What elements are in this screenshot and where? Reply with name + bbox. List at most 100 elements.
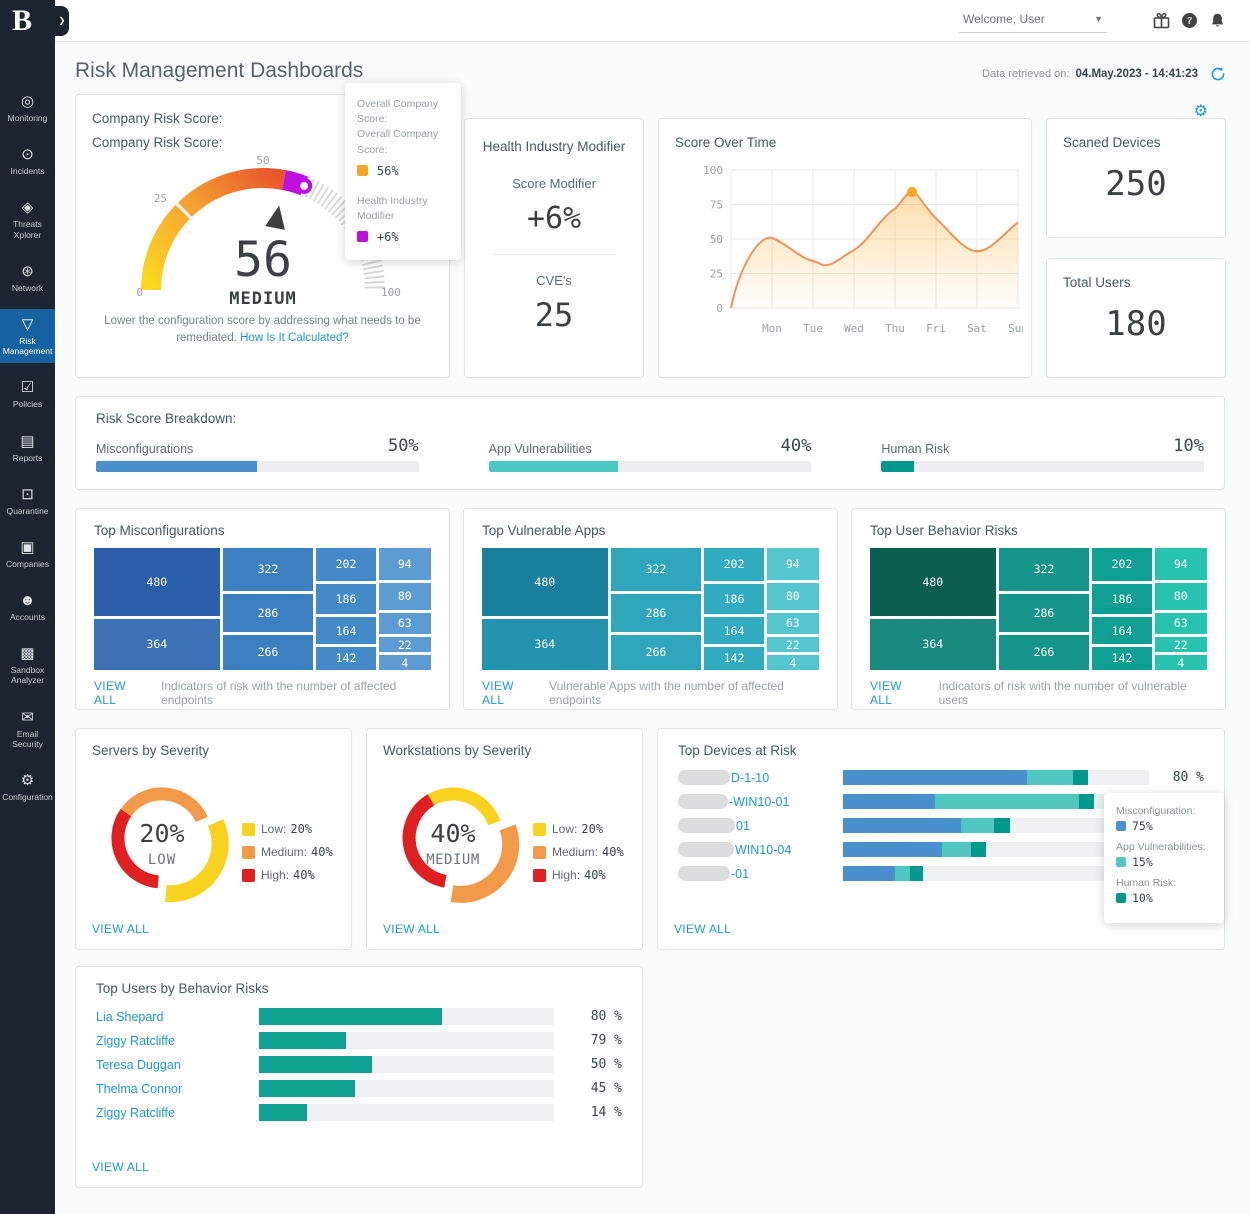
- gift-icon[interactable]: [1153, 12, 1170, 29]
- help-icon[interactable]: ?: [1181, 12, 1198, 29]
- sidebar-item-threats-xplorer[interactable]: ◈ Threats Xplorer: [0, 192, 55, 246]
- gauge-description: Lower the configuration score by address…: [92, 313, 433, 346]
- treemap-cell[interactable]: 22: [767, 637, 819, 652]
- score-over-time-chart[interactable]: 1007550 250 MonTueWed ThuFriSat Sun: [675, 150, 1015, 360]
- treemap-cell[interactable]: 63: [379, 613, 431, 634]
- treemap-cell[interactable]: 142: [1092, 647, 1151, 670]
- treemap-cell[interactable]: 202: [1092, 548, 1151, 581]
- device-name-link[interactable]: WIN10-04: [735, 843, 791, 857]
- treemap-cell[interactable]: 164: [316, 617, 375, 644]
- notifications-bell-icon[interactable]: [1209, 12, 1226, 29]
- sidebar-item-quarantine[interactable]: ⊡ Quarantine: [0, 479, 55, 523]
- sidebar-item-reports[interactable]: ▤ Reports: [0, 426, 55, 470]
- user-risk-bar[interactable]: [259, 1056, 554, 1073]
- treemap-cell[interactable]: 164: [1092, 617, 1151, 644]
- treemap-cell[interactable]: 202: [316, 548, 375, 581]
- treemap-cell[interactable]: 480: [94, 548, 220, 616]
- severity-legend: Low:20% Medium:40% High:40%: [242, 822, 333, 925]
- view-all-link[interactable]: VIEW ALL: [92, 1160, 149, 1174]
- user-risk-bar[interactable]: [259, 1032, 554, 1049]
- treemap-cell[interactable]: 266: [223, 635, 314, 670]
- tooltip-modifier-value: +6%: [377, 230, 399, 244]
- treemap-cell[interactable]: 286: [999, 594, 1090, 632]
- breakdown-bar[interactable]: [881, 461, 1204, 472]
- treemap-cell[interactable]: 364: [870, 619, 996, 670]
- treemap-cell[interactable]: 186: [316, 584, 375, 614]
- treemap-cell[interactable]: 80: [379, 583, 431, 610]
- sidebar-item-companies[interactable]: ▣ Companies: [0, 532, 55, 576]
- treemap-cell[interactable]: 80: [1155, 583, 1207, 610]
- treemap: 480364322286266 202186 164 142 94 80 63 22 4: [94, 548, 431, 670]
- treemap-cell[interactable]: 80: [767, 583, 819, 610]
- treemap-cell[interactable]: 364: [482, 619, 608, 670]
- treemap-cell[interactable]: 142: [316, 647, 375, 670]
- treemap-cell[interactable]: 4: [1155, 655, 1207, 670]
- sidebar-item-monitoring[interactable]: ◎ Monitoring: [0, 86, 55, 130]
- workstations-severity-donut[interactable]: 40% MEDIUM: [383, 760, 533, 925]
- breakdown-bar[interactable]: [489, 461, 812, 472]
- treemap-cell[interactable]: 164: [704, 617, 763, 644]
- treemap-cell[interactable]: 322: [223, 548, 314, 591]
- refresh-icon[interactable]: [1210, 66, 1226, 82]
- svg-text:75: 75: [710, 199, 723, 212]
- treemap-cell[interactable]: 186: [704, 584, 763, 614]
- treemap-cell[interactable]: 22: [1155, 637, 1207, 652]
- treemap-cell[interactable]: 94: [767, 548, 819, 580]
- device-name-link[interactable]: -WIN10-01: [729, 795, 789, 809]
- treemap-cell[interactable]: 286: [611, 594, 702, 632]
- view-all-link[interactable]: VIEW ALL: [870, 679, 925, 707]
- cve-value: 25: [475, 296, 633, 334]
- treemap-cell[interactable]: 63: [767, 613, 819, 634]
- treemap-cell[interactable]: 142: [704, 647, 763, 670]
- sidebar-item-configuration[interactable]: ⚙ Configuration: [0, 765, 55, 809]
- treemap-cell[interactable]: 286: [223, 594, 314, 632]
- device-risk-bar[interactable]: [843, 770, 1150, 785]
- dashboard-settings-gear-icon[interactable]: ⚙: [1194, 101, 1208, 121]
- sidebar-item-sandbox-analyzer[interactable]: ▩ Sandbox Analyzer: [0, 638, 55, 692]
- treemap-cell[interactable]: 266: [999, 635, 1090, 670]
- user-name-link[interactable]: Ziggy Ratcliffe: [96, 1106, 259, 1120]
- treemap-cell[interactable]: 94: [379, 548, 431, 580]
- user-name-link[interactable]: Lia Shepard: [96, 1010, 259, 1024]
- sidebar-item-accounts[interactable]: ☻ Accounts: [0, 585, 55, 629]
- sidebar-expand-button[interactable]: ❯: [55, 6, 69, 36]
- sidebar-item-email-security[interactable]: ✉ Email Security: [0, 702, 55, 756]
- user-name-link[interactable]: Teresa Duggan: [96, 1058, 259, 1072]
- treemap-cell[interactable]: 94: [1155, 548, 1207, 580]
- servers-severity-donut[interactable]: 20% LOW: [92, 760, 242, 925]
- how-calculated-link[interactable]: How Is It Calculated?: [240, 332, 349, 344]
- view-all-link[interactable]: VIEW ALL: [674, 922, 731, 936]
- data-retrieved-label: Data retrieved on:: [982, 68, 1069, 80]
- view-all-link[interactable]: VIEW ALL: [383, 922, 440, 936]
- user-risk-bar[interactable]: [259, 1080, 554, 1097]
- treemap-cell[interactable]: 4: [379, 655, 431, 670]
- treemap-cell[interactable]: 480: [870, 548, 996, 616]
- user-name-link[interactable]: Thelma Connor: [96, 1082, 259, 1096]
- treemap-cell[interactable]: 364: [94, 619, 220, 670]
- device-name-link[interactable]: -01: [731, 867, 749, 881]
- sidebar-item-incidents[interactable]: ⊙ Incidents: [0, 139, 55, 183]
- view-all-link[interactable]: VIEW ALL: [482, 679, 535, 707]
- sidebar-item-policies[interactable]: ☑ Policies: [0, 372, 55, 416]
- treemap-cell[interactable]: 4: [767, 655, 819, 670]
- device-name-link[interactable]: 01: [736, 819, 750, 833]
- view-all-link[interactable]: VIEW ALL: [94, 679, 147, 707]
- user-menu-dropdown[interactable]: Welcome, User ▼: [959, 9, 1107, 33]
- treemap-cell[interactable]: 322: [999, 548, 1090, 591]
- sidebar-item-risk-management[interactable]: ▽ Risk Management: [0, 309, 55, 363]
- treemap-cell[interactable]: 266: [611, 635, 702, 670]
- device-name-link[interactable]: D-1-10: [731, 771, 769, 785]
- treemap-cell[interactable]: 322: [611, 548, 702, 591]
- treemap-cell[interactable]: 22: [379, 637, 431, 652]
- user-risk-bar[interactable]: [259, 1104, 554, 1121]
- breakdown-bar[interactable]: [96, 461, 419, 472]
- sidebar-item-network[interactable]: ⊛ Network: [0, 256, 55, 300]
- treemap-cell[interactable]: 186: [1092, 584, 1151, 614]
- user-menu-label: Welcome, User: [963, 12, 1045, 26]
- treemap-cell[interactable]: 202: [704, 548, 763, 581]
- treemap-cell[interactable]: 63: [1155, 613, 1207, 634]
- user-name-link[interactable]: Ziggy Ratcliffe: [96, 1034, 259, 1048]
- view-all-link[interactable]: VIEW ALL: [92, 922, 149, 936]
- treemap-cell[interactable]: 480: [482, 548, 608, 616]
- user-risk-bar[interactable]: [259, 1008, 554, 1025]
